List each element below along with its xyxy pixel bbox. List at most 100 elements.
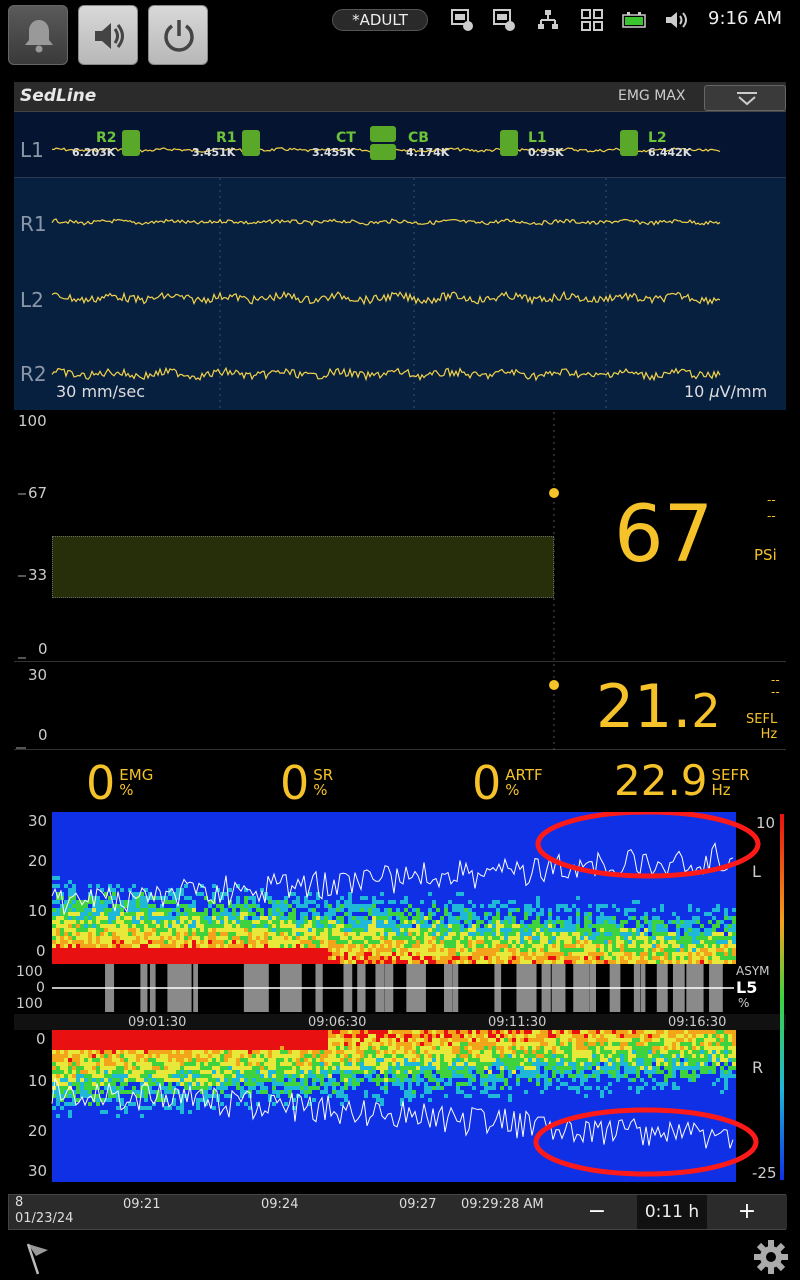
- dsa-cell: [528, 868, 532, 872]
- dsa-cell: [440, 816, 444, 820]
- dsa-cell: [236, 820, 240, 824]
- menu-button[interactable]: [704, 85, 786, 111]
- dsa-cell: [268, 820, 272, 824]
- param-artf[interactable]: 0 ARTF%: [472, 756, 543, 810]
- dsa-cell: [344, 956, 348, 960]
- dsa-cell: [500, 948, 504, 952]
- dsa-cell: [344, 812, 348, 816]
- dsa-cell: [472, 820, 476, 824]
- dsa-cell: [444, 920, 448, 924]
- psi-trend-panel[interactable]: 100 67 33 0 67 -- -- PSi: [14, 412, 786, 662]
- dsa-cell: [144, 912, 148, 916]
- dsa-cell: [292, 916, 296, 920]
- audio-button[interactable]: [78, 5, 138, 65]
- dsa-cell: [292, 864, 296, 868]
- power-button[interactable]: [148, 5, 208, 65]
- dsa-cell: [104, 852, 108, 856]
- dsa-cell: [436, 920, 440, 924]
- electrode-impedance: 0.95K: [528, 146, 564, 159]
- dsa-cell: [296, 872, 300, 876]
- dsa-cell: [68, 940, 72, 944]
- dsa-cell: [280, 888, 284, 892]
- dsa-cell: [352, 956, 356, 960]
- dsa-cell: [156, 948, 160, 952]
- dsa-cell: [88, 832, 92, 836]
- dsa-cell: [388, 840, 392, 844]
- dsa-cell: [512, 824, 516, 828]
- eeg-trace: [51, 366, 721, 382]
- dsa-cell: [516, 840, 520, 844]
- dsa-cell: [308, 824, 312, 828]
- patient-mode-badge[interactable]: *ADULT: [332, 9, 428, 31]
- param-sr[interactable]: 0 SR%: [280, 756, 333, 810]
- eeg-waveform-panel[interactable]: L1 R1 L2 R2 R2 6.203K R1 3.451K CT 3.455…: [14, 112, 786, 410]
- dsa-cell: [532, 920, 536, 924]
- dsa-cell: [216, 924, 220, 928]
- dsa-cell: [484, 912, 488, 916]
- dsa-cell: [108, 832, 112, 836]
- dsa-cell: [120, 932, 124, 936]
- dsa-cell: [116, 888, 120, 892]
- dsa-cell: [200, 856, 204, 860]
- dsa-cell: [404, 816, 408, 820]
- dsa-cell: [76, 928, 80, 932]
- dsa-cell: [240, 940, 244, 944]
- dsa-cell: [352, 820, 356, 824]
- dsa-cell: [176, 940, 180, 944]
- dsa-cell: [540, 936, 544, 940]
- dsa-cell: [292, 896, 296, 900]
- dsa-cell: [212, 916, 216, 920]
- dsa-cell: [504, 812, 508, 816]
- dsa-cell: [296, 960, 300, 964]
- gain-setting[interactable]: 10 µV/mm: [684, 382, 767, 401]
- dsa-cell: [448, 828, 452, 832]
- dsa-cell: [416, 948, 420, 952]
- dsa-cell: [368, 844, 372, 848]
- dsa-cell: [356, 952, 360, 956]
- dsa-cell: [228, 864, 232, 868]
- dsa-cell: [240, 912, 244, 916]
- dsa-cell: [524, 920, 528, 924]
- dsa-cell: [540, 960, 544, 964]
- dsa-cell: [240, 832, 244, 836]
- dsa-cell: [292, 840, 296, 844]
- dsa-cell: [164, 960, 168, 964]
- dsa-cell: [92, 912, 96, 916]
- dsa-cell: [92, 932, 96, 936]
- dsa-cell: [132, 884, 136, 888]
- dsa-cell: [352, 852, 356, 856]
- sweep-speed[interactable]: 30 mm/sec: [56, 382, 145, 401]
- dsa-cell: [356, 864, 360, 868]
- dsa-cell: [464, 920, 468, 924]
- dsa-cell: [332, 944, 336, 948]
- dsa-cell: [420, 892, 424, 896]
- dsa-cell: [80, 840, 84, 844]
- dsa-cell: [468, 904, 472, 908]
- dsa-cell: [288, 916, 292, 920]
- param-emg[interactable]: 0 EMG%: [86, 756, 153, 810]
- dsa-cell: [60, 852, 64, 856]
- sef-trend-panel[interactable]: 30 0 21.2 -- -- SEFL Hz: [14, 664, 786, 750]
- dsa-cell: [432, 832, 436, 836]
- dsa-cell: [212, 844, 216, 848]
- dsa-cell: [344, 936, 348, 940]
- dsa-cell: [328, 844, 332, 848]
- dsa-cell: [360, 940, 364, 944]
- dsa-cell: [448, 908, 452, 912]
- dsa-cell: [284, 928, 288, 932]
- dsa-cell: [332, 844, 336, 848]
- dsa-panel[interactable]: 30 20 10 0 100 0 100 09:01:30 09:06:30 0…: [14, 812, 786, 1184]
- dsa-cell: [192, 828, 196, 832]
- dsa-cell: [84, 840, 88, 844]
- dsa-cell: [468, 852, 472, 856]
- dsa-cell: [328, 912, 332, 916]
- dsa-cell: [80, 920, 84, 924]
- dsa-cell: [336, 868, 340, 872]
- param-sefr[interactable]: 22.9 SEFR Hz: [614, 756, 750, 805]
- dsa-cell: [432, 912, 436, 916]
- dsa-cell: [532, 820, 536, 824]
- dsa-cell: [276, 940, 280, 944]
- alarm-silence-button[interactable]: [8, 5, 68, 65]
- dsa-cell: [392, 832, 396, 836]
- dsa-cell: [280, 948, 284, 952]
